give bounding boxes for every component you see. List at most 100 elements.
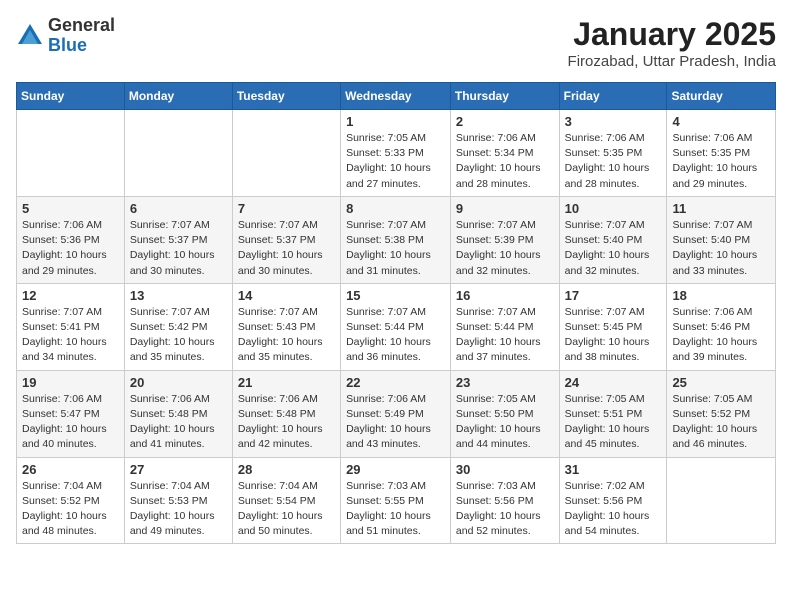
day-number: 2 xyxy=(456,114,554,129)
calendar-week-row: 5 Sunrise: 7:06 AM Sunset: 5:36 PM Daylig… xyxy=(17,196,776,283)
day-info: Sunrise: 7:07 AM Sunset: 5:38 PM Dayligh… xyxy=(346,218,445,279)
day-info: Sunrise: 7:06 AM Sunset: 5:46 PM Dayligh… xyxy=(672,305,770,366)
day-info: Sunrise: 7:07 AM Sunset: 5:44 PM Dayligh… xyxy=(346,305,445,366)
table-row: 2 Sunrise: 7:06 AM Sunset: 5:34 PM Daylig… xyxy=(450,110,559,197)
day-info: Sunrise: 7:05 AM Sunset: 5:51 PM Dayligh… xyxy=(565,392,662,453)
col-monday: Monday xyxy=(124,83,232,110)
day-info: Sunrise: 7:06 AM Sunset: 5:47 PM Dayligh… xyxy=(22,392,119,453)
day-info: Sunrise: 7:05 AM Sunset: 5:52 PM Dayligh… xyxy=(672,392,770,453)
table-row: 15 Sunrise: 7:07 AM Sunset: 5:44 PM Dayli… xyxy=(341,283,451,370)
table-row: 1Sunrise: 7:05 AM Sunset: 5:33 PM Daylig… xyxy=(341,110,451,197)
table-row: 9 Sunrise: 7:07 AM Sunset: 5:39 PM Daylig… xyxy=(450,196,559,283)
day-number: 22 xyxy=(346,375,445,390)
calendar-week-row: 12 Sunrise: 7:07 AM Sunset: 5:41 PM Dayli… xyxy=(17,283,776,370)
day-info: Sunrise: 7:06 AM Sunset: 5:48 PM Dayligh… xyxy=(238,392,335,453)
day-number: 6 xyxy=(130,201,227,216)
logo: General Blue xyxy=(16,16,115,56)
table-row: 3Sunrise: 7:06 AM Sunset: 5:35 PM Daylig… xyxy=(559,110,667,197)
day-number: 19 xyxy=(22,375,119,390)
day-number: 12 xyxy=(22,288,119,303)
table-row: 12 Sunrise: 7:07 AM Sunset: 5:41 PM Dayli… xyxy=(17,283,125,370)
table-row: 28Sunrise: 7:04 AM Sunset: 5:54 PM Dayli… xyxy=(232,457,340,544)
day-number: 29 xyxy=(346,462,445,477)
table-row xyxy=(667,457,776,544)
day-number: 23 xyxy=(456,375,554,390)
day-info: Sunrise: 7:06 AM Sunset: 5:36 PM Dayligh… xyxy=(22,218,119,279)
calendar-header-row: Sunday Monday Tuesday Wednesday Thursday… xyxy=(17,83,776,110)
day-info: Sunrise: 7:03 AM Sunset: 5:55 PM Dayligh… xyxy=(346,479,445,540)
day-info: Sunrise: 7:06 AM Sunset: 5:35 PM Dayligh… xyxy=(672,131,770,192)
col-thursday: Thursday xyxy=(450,83,559,110)
table-row: 23 Sunrise: 7:05 AM Sunset: 5:50 PM Dayli… xyxy=(450,370,559,457)
day-info: Sunrise: 7:06 AM Sunset: 5:35 PM Dayligh… xyxy=(565,131,662,192)
day-number: 30 xyxy=(456,462,554,477)
table-row: 7 Sunrise: 7:07 AM Sunset: 5:37 PM Daylig… xyxy=(232,196,340,283)
day-info: Sunrise: 7:07 AM Sunset: 5:44 PM Dayligh… xyxy=(456,305,554,366)
table-row: 30 Sunrise: 7:03 AM Sunset: 5:56 PM Dayli… xyxy=(450,457,559,544)
table-row: 22 Sunrise: 7:06 AM Sunset: 5:49 PM Dayli… xyxy=(341,370,451,457)
page-header: General Blue January 2025 Firozabad, Utt… xyxy=(16,16,776,70)
day-info: Sunrise: 7:04 AM Sunset: 5:53 PM Dayligh… xyxy=(130,479,227,540)
day-info: Sunrise: 7:06 AM Sunset: 5:34 PM Dayligh… xyxy=(456,131,554,192)
table-row: 16 Sunrise: 7:07 AM Sunset: 5:44 PM Dayli… xyxy=(450,283,559,370)
table-row: 10Sunrise: 7:07 AM Sunset: 5:40 PM Dayli… xyxy=(559,196,667,283)
table-row: 4 Sunrise: 7:06 AM Sunset: 5:35 PM Daylig… xyxy=(667,110,776,197)
day-number: 17 xyxy=(565,288,662,303)
day-info: Sunrise: 7:07 AM Sunset: 5:41 PM Dayligh… xyxy=(22,305,119,366)
col-sunday: Sunday xyxy=(17,83,125,110)
day-info: Sunrise: 7:07 AM Sunset: 5:37 PM Dayligh… xyxy=(238,218,335,279)
table-row: 5 Sunrise: 7:06 AM Sunset: 5:36 PM Daylig… xyxy=(17,196,125,283)
table-row: 24Sunrise: 7:05 AM Sunset: 5:51 PM Dayli… xyxy=(559,370,667,457)
day-number: 28 xyxy=(238,462,335,477)
table-row: 27 Sunrise: 7:04 AM Sunset: 5:53 PM Dayli… xyxy=(124,457,232,544)
logo-icon xyxy=(16,22,44,50)
calendar-week-row: 19 Sunrise: 7:06 AM Sunset: 5:47 PM Dayli… xyxy=(17,370,776,457)
col-friday: Friday xyxy=(559,83,667,110)
day-number: 27 xyxy=(130,462,227,477)
day-number: 25 xyxy=(672,375,770,390)
day-info: Sunrise: 7:05 AM Sunset: 5:50 PM Dayligh… xyxy=(456,392,554,453)
table-row: 21 Sunrise: 7:06 AM Sunset: 5:48 PM Dayli… xyxy=(232,370,340,457)
day-info: Sunrise: 7:02 AM Sunset: 5:56 PM Dayligh… xyxy=(565,479,662,540)
day-number: 10 xyxy=(565,201,662,216)
calendar-week-row: 1Sunrise: 7:05 AM Sunset: 5:33 PM Daylig… xyxy=(17,110,776,197)
day-info: Sunrise: 7:06 AM Sunset: 5:48 PM Dayligh… xyxy=(130,392,227,453)
table-row: 14 Sunrise: 7:07 AM Sunset: 5:43 PM Dayli… xyxy=(232,283,340,370)
table-row xyxy=(232,110,340,197)
day-number: 15 xyxy=(346,288,445,303)
day-info: Sunrise: 7:07 AM Sunset: 5:43 PM Dayligh… xyxy=(238,305,335,366)
day-number: 5 xyxy=(22,201,119,216)
day-info: Sunrise: 7:05 AM Sunset: 5:33 PM Dayligh… xyxy=(346,131,445,192)
day-number: 16 xyxy=(456,288,554,303)
col-wednesday: Wednesday xyxy=(341,83,451,110)
day-number: 7 xyxy=(238,201,335,216)
col-saturday: Saturday xyxy=(667,83,776,110)
day-number: 13 xyxy=(130,288,227,303)
table-row: 26Sunrise: 7:04 AM Sunset: 5:52 PM Dayli… xyxy=(17,457,125,544)
day-number: 4 xyxy=(672,114,770,129)
table-row: 29 Sunrise: 7:03 AM Sunset: 5:55 PM Dayli… xyxy=(341,457,451,544)
day-info: Sunrise: 7:03 AM Sunset: 5:56 PM Dayligh… xyxy=(456,479,554,540)
day-info: Sunrise: 7:04 AM Sunset: 5:52 PM Dayligh… xyxy=(22,479,119,540)
day-info: Sunrise: 7:07 AM Sunset: 5:42 PM Dayligh… xyxy=(130,305,227,366)
logo-general: General xyxy=(48,16,115,36)
day-number: 20 xyxy=(130,375,227,390)
table-row: 31 Sunrise: 7:02 AM Sunset: 5:56 PM Dayli… xyxy=(559,457,667,544)
table-row: 18Sunrise: 7:06 AM Sunset: 5:46 PM Dayli… xyxy=(667,283,776,370)
table-row xyxy=(17,110,125,197)
table-row xyxy=(124,110,232,197)
table-row: 6Sunrise: 7:07 AM Sunset: 5:37 PM Daylig… xyxy=(124,196,232,283)
day-info: Sunrise: 7:06 AM Sunset: 5:49 PM Dayligh… xyxy=(346,392,445,453)
calendar-table: Sunday Monday Tuesday Wednesday Thursday… xyxy=(16,82,776,544)
table-row: 19 Sunrise: 7:06 AM Sunset: 5:47 PM Dayli… xyxy=(17,370,125,457)
col-tuesday: Tuesday xyxy=(232,83,340,110)
day-info: Sunrise: 7:07 AM Sunset: 5:45 PM Dayligh… xyxy=(565,305,662,366)
day-number: 9 xyxy=(456,201,554,216)
title-block: January 2025 Firozabad, Uttar Pradesh, I… xyxy=(568,16,776,70)
day-number: 14 xyxy=(238,288,335,303)
day-number: 21 xyxy=(238,375,335,390)
day-number: 31 xyxy=(565,462,662,477)
day-info: Sunrise: 7:07 AM Sunset: 5:39 PM Dayligh… xyxy=(456,218,554,279)
location: Firozabad, Uttar Pradesh, India xyxy=(568,53,776,70)
logo-text: General Blue xyxy=(48,16,115,56)
